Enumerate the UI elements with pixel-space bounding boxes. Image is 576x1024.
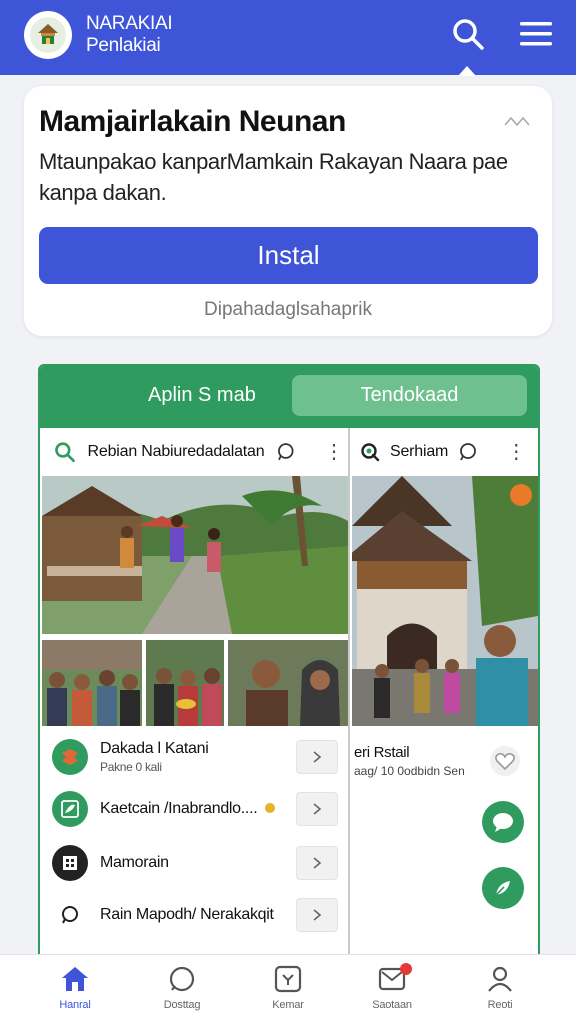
chat-bubble-icon bbox=[52, 897, 88, 933]
list-item-subtitle: Pakne 0 kali bbox=[100, 760, 162, 774]
search-button[interactable] bbox=[446, 12, 490, 56]
chevron-right-icon[interactable] bbox=[296, 898, 338, 932]
list-item-title: Mamorain bbox=[100, 854, 169, 871]
right-card-text: eri Rstail aag/ 10 0odbidn Sen bbox=[354, 744, 484, 778]
app-logo[interactable] bbox=[24, 11, 72, 59]
heart-button[interactable] bbox=[490, 746, 520, 776]
chevron-right-icon[interactable] bbox=[296, 740, 338, 774]
list-item-title: Kaetcain /Inabrandlo.... bbox=[100, 800, 258, 817]
menu-button[interactable] bbox=[514, 12, 558, 56]
chat-icon[interactable] bbox=[276, 442, 296, 462]
nav-home[interactable]: Hanral bbox=[35, 965, 115, 1011]
profile-icon bbox=[488, 966, 512, 992]
nav-inbox[interactable]: Saotaan bbox=[352, 963, 432, 1011]
notification-badge bbox=[400, 963, 412, 975]
right-card-subtitle: aag/ 10 0odbidn Sen bbox=[354, 764, 465, 778]
compass-icon bbox=[169, 966, 195, 992]
preview-left-panel: Rebian Nabiuredadalatan ⋮ Dakada l Katan… bbox=[40, 428, 350, 962]
home-icon bbox=[62, 967, 88, 991]
nav-home-label: Hanral bbox=[59, 999, 91, 1011]
leaf-pattern-icon bbox=[52, 791, 88, 827]
brand-line-1: NARAKIAI bbox=[86, 13, 173, 34]
install-title: Mamjairlakain Neunan bbox=[39, 105, 346, 138]
comment-fab[interactable] bbox=[482, 801, 524, 843]
close-button[interactable] bbox=[502, 110, 534, 132]
search-icon bbox=[453, 19, 484, 50]
bottom-navigation: Hanral Dosttag Kemar Saotaan Reoti bbox=[0, 954, 576, 1024]
right-search-bar[interactable]: Serhiam ⋮ bbox=[360, 428, 536, 476]
list-item[interactable]: Kaetcain /Inabrandlo.... bbox=[52, 784, 338, 834]
install-button[interactable]: Instal bbox=[39, 227, 538, 284]
nav-explore-label: Dosttag bbox=[163, 999, 201, 1011]
more-options-icon[interactable]: ⋮ bbox=[506, 442, 526, 462]
list-item[interactable]: Mamorain bbox=[52, 838, 338, 888]
map-icon bbox=[274, 965, 302, 993]
crowd-photo-3 bbox=[228, 640, 348, 726]
chevron-right-icon[interactable] bbox=[296, 792, 338, 826]
popover-notch bbox=[458, 66, 476, 76]
crowd-photo-1 bbox=[42, 640, 142, 726]
share-fab[interactable] bbox=[482, 867, 524, 909]
temple-photo bbox=[352, 476, 538, 726]
list-item[interactable]: Dakada l Katani Pakne 0 kali bbox=[52, 732, 338, 782]
building-icon bbox=[52, 845, 88, 881]
speech-bubble-icon bbox=[493, 813, 513, 832]
nav-map-label: Kemar bbox=[272, 999, 304, 1011]
search-icon bbox=[55, 442, 75, 463]
left-search-text: Rebian Nabiuredadalatan bbox=[87, 443, 265, 460]
list-item[interactable]: Rain Mapodh/ Nerakakqit bbox=[52, 890, 338, 940]
right-card-title: eri Rstail bbox=[354, 744, 410, 761]
install-description: Mtaunpakao kanparMamkain Rakayan Naara p… bbox=[39, 149, 508, 205]
crowd-photo-2 bbox=[146, 640, 224, 726]
leaf-share-icon bbox=[495, 881, 510, 896]
preview-right-panel: Serhiam ⋮ eri Rstail aag/ 10 0odbidn Sen bbox=[352, 428, 538, 962]
nav-map[interactable]: Kemar bbox=[248, 965, 328, 1011]
brand-line-2: Penlakiai bbox=[86, 35, 161, 56]
chevron-right-icon[interactable] bbox=[296, 846, 338, 880]
app-preview: Aplin S mab Tendokaad Rebian Nabiuredada… bbox=[38, 364, 540, 964]
tab-aplin[interactable]: Aplin S mab bbox=[148, 384, 256, 407]
close-icon bbox=[504, 116, 530, 127]
coin-icon bbox=[264, 803, 275, 813]
temple-logo-icon bbox=[30, 17, 66, 53]
nav-profile[interactable]: Reoti bbox=[460, 965, 540, 1011]
nav-inbox-label: Saotaan bbox=[372, 999, 412, 1011]
village-photo bbox=[42, 476, 348, 634]
brand-name: NARAKIAI Penlakiai bbox=[86, 13, 173, 57]
tab-tendokaad[interactable]: Tendokaad bbox=[292, 375, 527, 416]
top-app-bar: NARAKIAI Penlakiai bbox=[0, 0, 576, 76]
chat-icon[interactable] bbox=[458, 442, 478, 462]
preview-tab-bar: Aplin S mab Tendokaad bbox=[40, 366, 538, 428]
list-item-title: Rain Mapodh/ Nerakakqit bbox=[100, 906, 274, 923]
list-item-title: Dakada l Katani bbox=[100, 740, 209, 757]
left-search-bar[interactable]: Rebian Nabiuredadalatan ⋮ bbox=[54, 428, 344, 476]
batik-pattern-icon bbox=[52, 739, 88, 775]
heart-icon bbox=[495, 753, 515, 770]
nav-explore[interactable]: Dosttag bbox=[142, 965, 222, 1011]
hamburger-menu-icon bbox=[520, 22, 552, 46]
install-prompt-card: Mamjairlakain Neunan Mtaunpakao kanparMa… bbox=[24, 86, 552, 336]
right-search-text: Serhiam bbox=[390, 443, 449, 460]
install-subtext: Dipahadaglsahaprik bbox=[204, 299, 372, 320]
search-icon bbox=[361, 443, 380, 462]
nav-profile-label: Reoti bbox=[487, 999, 513, 1011]
more-options-icon[interactable]: ⋮ bbox=[324, 442, 344, 462]
